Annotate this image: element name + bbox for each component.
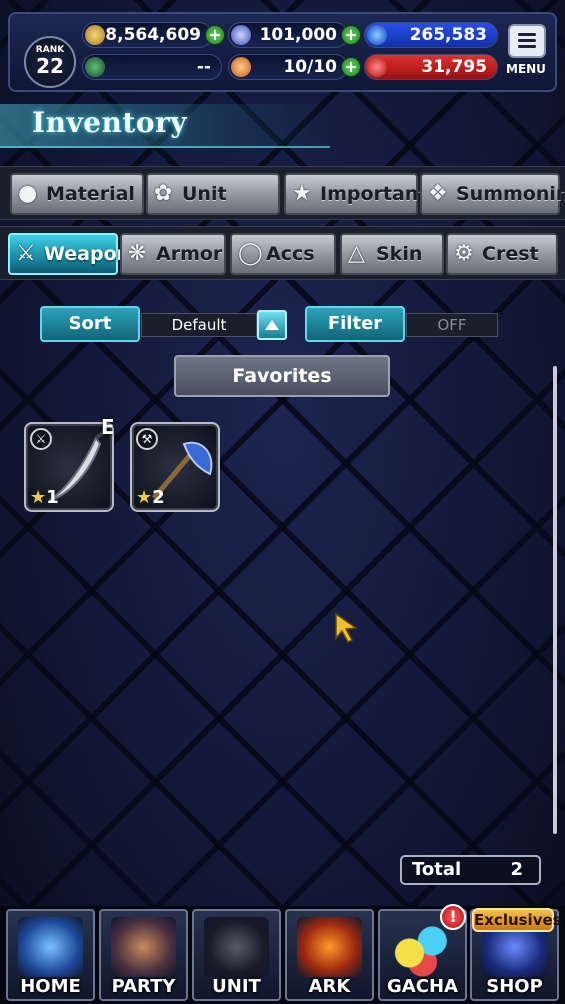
filter-button[interactable]: Filter	[305, 306, 405, 342]
nav-ark[interactable]: ARK	[285, 909, 374, 1001]
category-tabs-equipment: ⚔ Weapon ❋ Armor ◯ Accs △ Skin ⚙ Crest	[0, 226, 565, 280]
blue-currency-value: 265,583	[409, 25, 487, 45]
red-currency-counter: 31,795	[364, 54, 498, 80]
nav-party[interactable]: PARTY	[99, 909, 188, 1001]
rank-badge[interactable]: RANK 22	[24, 36, 76, 88]
tab-armor[interactable]: ❋ Armor	[120, 233, 226, 275]
sort-button[interactable]: Sort	[40, 306, 140, 342]
gem-counter: 101,000 +	[228, 22, 361, 48]
star-icon: ★	[30, 487, 47, 508]
star-icon: ★	[292, 181, 312, 206]
armor-icon: ❋	[128, 241, 147, 266]
soul-flame-icon: ✿	[154, 181, 173, 206]
phoenix-icon	[297, 917, 362, 977]
sort-order-toggle-icon[interactable]	[257, 310, 287, 340]
menu-label: MENU	[506, 62, 546, 76]
stamina-value: --	[196, 57, 211, 77]
tab-label: Accs	[266, 243, 315, 265]
top-status-bar: RANK 22 8,564,609 + 101,000 + 265,583 --…	[8, 12, 557, 92]
tab-accs[interactable]: ◯ Accs	[230, 233, 336, 275]
nav-label: UNIT	[212, 976, 261, 997]
inventory-item[interactable]: ⚒ ★2	[130, 422, 220, 512]
unit-icon	[204, 917, 269, 977]
ticket-counter: 10/10 +	[228, 54, 361, 80]
stamina-bar: --	[82, 54, 222, 80]
tab-weapon[interactable]: ⚔ Weapon	[8, 233, 130, 275]
ticket-value: 10/10	[283, 57, 337, 77]
screen-title-banner: Inventory	[0, 104, 330, 148]
red-currency-value: 31,795	[421, 57, 487, 77]
rarity-value: 1	[46, 487, 59, 508]
shop-exclusives-badge: Exclusives	[472, 908, 562, 932]
nav-home[interactable]: HOME	[6, 909, 95, 1001]
tab-crest[interactable]: ⚙ Crest	[446, 233, 558, 275]
tab-label: Summoning	[456, 183, 565, 205]
category-tabs-primary: ● Material ✿ Unit Soul ★ Important ❖ Sum…	[0, 166, 565, 243]
crest-icon: ⚙	[454, 241, 474, 266]
item-total: Total 2	[400, 855, 541, 885]
sort-value[interactable]: Default	[141, 313, 257, 337]
equipped-marker: E	[101, 415, 115, 439]
nav-label: SHOP	[486, 976, 543, 997]
star-icon: ★	[136, 487, 153, 508]
ticket-icon	[231, 57, 251, 77]
blue-currency-counter: 265,583	[364, 22, 498, 48]
tab-label: Armor	[156, 243, 223, 265]
rank-value: 22	[36, 54, 64, 78]
page-title: Inventory	[32, 106, 188, 139]
home-icon	[18, 917, 83, 977]
summon-icon: ❖	[428, 181, 448, 206]
gem-value: 101,000	[259, 25, 337, 45]
gil-value: 8,564,609	[105, 25, 201, 45]
tab-label: Skin	[376, 243, 423, 265]
add-tickets-button[interactable]: +	[341, 57, 361, 77]
compass-icon	[85, 57, 105, 77]
hanger-icon: △	[348, 241, 365, 266]
gacha-alert-badge: !	[440, 904, 466, 930]
tab-material[interactable]: ● Material	[10, 173, 144, 215]
tab-label: Important	[320, 183, 428, 205]
inventory-scrollbar[interactable]	[553, 366, 557, 834]
ring-icon: ◯	[238, 241, 263, 266]
tab-skin[interactable]: △ Skin	[340, 233, 444, 275]
nav-label: GACHA	[387, 976, 458, 997]
tab-important[interactable]: ★ Important	[284, 173, 427, 215]
gil-icon	[85, 25, 105, 45]
menu-icon-line	[518, 39, 536, 42]
red-orb-icon	[367, 57, 387, 77]
add-gems-button[interactable]: +	[341, 25, 361, 45]
filter-value[interactable]: OFF	[406, 313, 498, 337]
tab-label: Material	[46, 183, 135, 205]
menu-icon	[518, 33, 536, 36]
nav-label: PARTY	[111, 976, 176, 997]
nav-unit[interactable]: UNIT	[192, 909, 281, 1001]
tab-label: Crest	[482, 243, 539, 265]
gil-counter: 8,564,609 +	[82, 22, 225, 48]
item-rarity: ★2	[136, 487, 165, 508]
menu-icon-line	[518, 45, 536, 48]
blue-orb-icon	[367, 25, 387, 45]
tab-label: Weapon	[44, 243, 131, 265]
item-rarity: ★1	[30, 487, 59, 508]
nav-label: HOME	[20, 976, 81, 997]
tab-summoning[interactable]: ❖ Summoning	[420, 173, 565, 215]
nav-label: ARK	[308, 976, 351, 997]
pointer-cursor-icon	[335, 612, 359, 643]
sack-icon: ●	[18, 181, 38, 206]
rarity-value: 2	[152, 487, 165, 508]
party-icon	[111, 917, 176, 977]
favorites-button[interactable]: Favorites	[174, 355, 390, 397]
total-value: 2	[510, 859, 523, 880]
tab-unit-soul[interactable]: ✿ Unit Soul	[146, 173, 280, 243]
sword-icon: ⚔	[16, 241, 36, 266]
add-gil-button[interactable]: +	[205, 25, 225, 45]
total-label: Total	[412, 859, 462, 880]
menu-button[interactable]	[508, 24, 546, 58]
crystal-icon	[231, 25, 251, 45]
